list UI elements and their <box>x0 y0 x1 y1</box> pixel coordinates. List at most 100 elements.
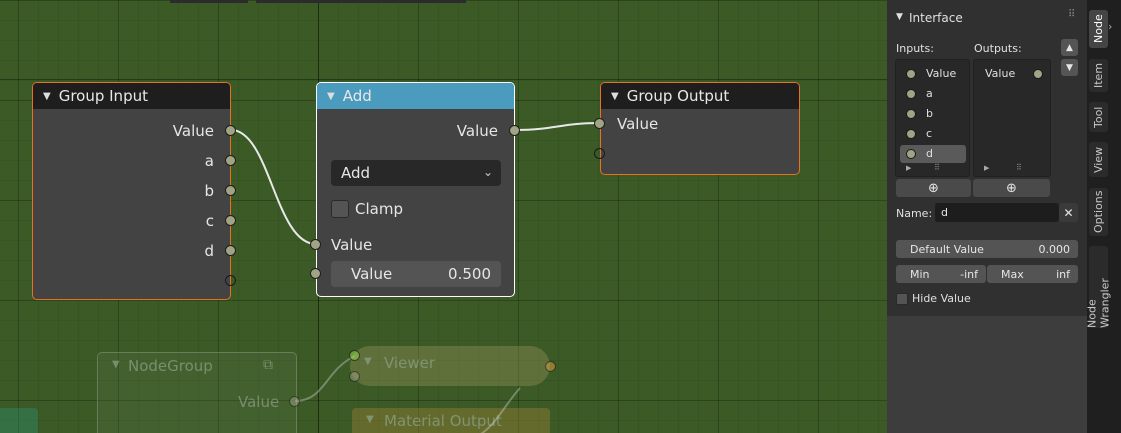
input-item-c[interactable]: c <box>926 127 932 140</box>
group-input-node[interactable]: ▼ Group Input Value a b c d <box>32 82 231 300</box>
socket-dot-icon <box>906 149 916 159</box>
default-value-field[interactable]: Default Value 0.000 <box>896 240 1078 258</box>
material-output-node-ghost[interactable]: ▼ Material Output <box>352 408 550 433</box>
output-socket-b[interactable] <box>225 185 236 196</box>
inputs-list[interactable]: Value a b c d ▶ ⠿ <box>895 59 970 177</box>
socket-dot-icon <box>1033 69 1043 79</box>
hide-value-label: Hide Value <box>912 292 971 305</box>
output-socket-a[interactable] <box>225 155 236 166</box>
canvas-axis-horizontal <box>0 79 887 80</box>
material-output-title: Material Output <box>384 412 502 430</box>
chevron-right-icon[interactable]: › <box>1108 20 1112 33</box>
add-input-button[interactable]: ⊕ <box>896 179 971 197</box>
inputs-label: Inputs: <box>896 42 934 55</box>
node-editor-canvas[interactable]: ▼ NodeGroup ⧉ Value ▼ Viewer ▼ Material … <box>0 0 887 433</box>
add-node-input1-label: Value <box>331 236 373 254</box>
nodegroup-node-ghost[interactable]: ▼ NodeGroup ⧉ Value <box>97 352 297 433</box>
name-input-value: d <box>941 206 948 219</box>
group-output-input-socket[interactable] <box>594 118 605 129</box>
link-add-to-group-output <box>514 122 601 131</box>
sidebar-empty-area <box>887 316 1087 433</box>
tab-tool[interactable]: Tool <box>1089 102 1108 132</box>
input-item-a[interactable]: a <box>926 87 933 100</box>
group-output-input-label: Value <box>617 115 659 133</box>
add-math-node[interactable]: ▼ Add Value Add ⌄ Clamp Value Value 0.50… <box>316 82 515 297</box>
drag-handle-icon[interactable]: ⠿ <box>1068 9 1075 20</box>
partial-node-ghost[interactable] <box>0 408 38 433</box>
tab-node-wrangler[interactable]: Node Wrangler <box>1086 246 1112 328</box>
group-input-output-a: a <box>204 152 214 170</box>
default-value-label: Default Value <box>910 242 984 256</box>
max-value-field[interactable]: Max inf <box>987 265 1078 283</box>
input-item-value[interactable]: Value <box>926 67 956 80</box>
ghost-socket <box>289 396 300 407</box>
collapse-triangle-icon[interactable]: ▼ <box>327 91 335 102</box>
min-label: Min <box>910 267 930 281</box>
tab-options[interactable]: Options <box>1089 188 1108 236</box>
expand-triangle-icon[interactable]: ▶ <box>906 164 911 172</box>
collapse-triangle-icon[interactable]: ▼ <box>611 91 619 102</box>
add-output-button[interactable]: ⊕ <box>973 179 1050 197</box>
add-input-socket-2[interactable] <box>310 268 321 279</box>
add-node-title: Add <box>342 87 372 105</box>
hide-value-checkbox[interactable] <box>896 293 908 305</box>
arrow-down-icon: ▼ <box>1066 62 1073 73</box>
input-item-d[interactable]: d <box>926 147 933 160</box>
move-down-button[interactable]: ▼ <box>1061 59 1078 76</box>
min-value: -inf <box>960 267 978 281</box>
tab-view[interactable]: View <box>1089 142 1108 177</box>
min-value-field[interactable]: Min -inf <box>896 265 986 283</box>
expand-triangle-icon[interactable]: ▶ <box>984 164 989 172</box>
group-output-node[interactable]: ▼ Group Output Value <box>600 82 800 175</box>
sidebar-panel: ▼ Interface ⠿ Inputs: Outputs: Value a b… <box>887 0 1087 433</box>
output-socket-virtual[interactable] <box>225 275 236 286</box>
input-item-b[interactable]: b <box>926 107 933 120</box>
name-label: Name: <box>896 207 933 220</box>
list-resize-handle-icon[interactable]: ⠿ <box>1016 163 1022 172</box>
add-input-socket-1[interactable] <box>310 239 321 250</box>
clear-name-button[interactable]: ✕ <box>1059 203 1078 222</box>
nodegroup-title: NodeGroup <box>128 357 213 375</box>
chevron-down-icon: ⌄ <box>482 165 493 179</box>
nodegroup-output-label: Value <box>238 393 280 411</box>
group-output-virtual-socket[interactable] <box>594 148 605 159</box>
operation-dropdown[interactable]: Add ⌄ <box>331 160 501 186</box>
collapse-triangle-icon: ▼ <box>366 414 374 425</box>
interface-panel-title[interactable]: Interface <box>909 11 963 25</box>
output-socket-d[interactable] <box>225 245 236 256</box>
clamp-checkbox[interactable] <box>331 200 349 218</box>
add-node-header[interactable]: ▼ Add <box>317 83 514 109</box>
group-input-title: Group Input <box>58 87 148 105</box>
collapse-triangle-icon[interactable]: ▼ <box>43 91 51 102</box>
list-resize-handle-icon[interactable]: ⠿ <box>934 163 940 172</box>
name-input[interactable]: d <box>935 203 1059 222</box>
plus-icon: ⊕ <box>928 180 939 196</box>
output-item-value[interactable]: Value <box>985 67 1015 80</box>
collapse-triangle-icon: ▼ <box>364 356 372 367</box>
outputs-label: Outputs: <box>974 42 1022 55</box>
output-socket-value[interactable] <box>225 125 236 136</box>
add-node-output-label: Value <box>456 122 498 140</box>
output-socket-c[interactable] <box>225 215 236 226</box>
max-value: inf <box>1056 267 1070 281</box>
viewer-node-ghost[interactable]: ▼ Viewer <box>350 346 550 386</box>
socket-dot-icon <box>906 89 916 99</box>
panel-collapse-icon[interactable]: ▼ <box>896 12 903 22</box>
link-group-input-to-add <box>230 129 317 245</box>
outputs-list[interactable]: Value ▶ ⠿ <box>973 59 1051 177</box>
group-input-output-b: b <box>204 182 214 200</box>
operation-dropdown-value: Add <box>341 164 371 182</box>
clamp-label: Clamp <box>355 200 403 218</box>
group-input-header[interactable]: ▼ Group Input <box>33 83 230 109</box>
socket-dot-icon <box>906 69 916 79</box>
group-input-output-value: Value <box>172 122 214 140</box>
tab-item[interactable]: Item <box>1089 59 1108 92</box>
group-input-output-d: d <box>204 242 214 260</box>
group-output-header[interactable]: ▼ Group Output <box>601 83 799 109</box>
add-output-socket[interactable] <box>509 125 520 136</box>
move-up-button[interactable]: ▲ <box>1061 39 1078 56</box>
tab-node[interactable]: Node <box>1089 10 1108 48</box>
socket-dot-icon <box>906 109 916 119</box>
group-input-output-c: c <box>205 212 214 230</box>
value-number-field[interactable]: Value 0.500 <box>331 261 501 287</box>
